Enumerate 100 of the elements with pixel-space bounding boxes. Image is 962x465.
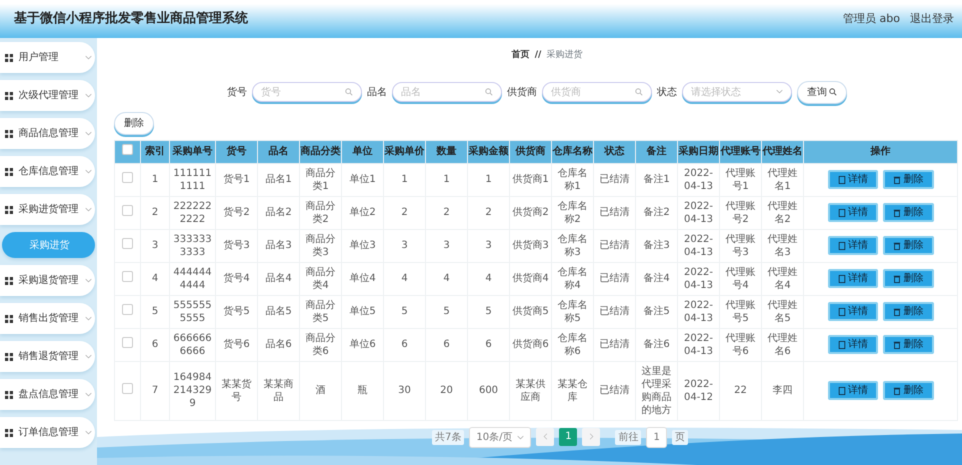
table-cell: 供货商3 [510,229,552,262]
table-cell: 品名3 [258,229,300,262]
column-header: 品名 [258,140,300,163]
prev-page-button[interactable] [536,428,554,446]
details-button[interactable]: 详情 [828,170,878,189]
select-all-checkbox[interactable] [122,144,133,154]
table-cell: 供货商1 [510,163,552,196]
grid-icon [5,314,13,322]
breadcrumb-home[interactable]: 首页 [512,49,530,62]
delete-button[interactable]: 删除 [114,112,154,134]
page-size-select[interactable]: 10条/页 [469,426,532,448]
delete-button[interactable]: 删除 [883,269,934,288]
row-checkbox[interactable] [122,271,133,282]
delete-button[interactable]: 删除 [883,302,934,321]
delete-button[interactable]: 删除 [883,203,934,222]
table-cell: 5 [384,295,426,328]
table-cell: 某某货号 [216,361,258,420]
trash-icon [893,208,901,216]
sidebar-menu-item[interactable]: 订单信息管理 [0,417,95,448]
delete-button[interactable]: 删除 [883,335,934,354]
details-button[interactable]: 详情 [828,335,878,354]
sidebar-menu-item[interactable]: 销售出货管理 [0,303,95,334]
chevron-icon [85,206,92,213]
query-button[interactable]: 查询 [796,80,848,104]
status-select[interactable]: 请选择状态 [682,82,792,102]
table-cell: 仓库名称1 [552,163,594,196]
next-page-button[interactable] [582,428,600,446]
table-cell: 代理姓名6 [762,328,804,361]
table-cell: 代理账号1 [720,163,762,196]
table-cell: 1111111111 [170,163,216,196]
table-cell: 已结清 [594,328,636,361]
table-cell: 货号5 [216,295,258,328]
row-checkbox[interactable] [122,238,133,249]
table-cell: 7 [140,361,170,420]
table-cell: 供货商6 [510,328,552,361]
table-cell: 3 [426,229,468,262]
breadcrumb-current: 采购进货 [546,49,582,62]
table-cell: 仓库名称6 [552,328,594,361]
document-icon [838,308,846,316]
goto-page-field[interactable]: 1 [646,426,667,448]
document-icon [838,242,846,250]
delete-button[interactable]: 删除 [883,381,934,400]
filter-label: 状态 [656,86,677,100]
details-button[interactable]: 详情 [828,236,878,255]
table-cell: 代理账号5 [720,295,762,328]
table-cell: 某某商品 [258,361,300,420]
table-cell: 仓库名称2 [552,196,594,229]
delete-button[interactable]: 删除 [883,236,934,255]
table-cell: 单位1 [342,163,384,196]
grid-icon [5,206,13,214]
details-button[interactable]: 详情 [828,203,878,222]
column-header: 仓库名称 [552,140,594,163]
column-header: 操作 [804,140,958,163]
row-checkbox[interactable] [122,205,133,216]
search-field[interactable]: 供货商 [542,82,652,102]
table-cell: 4 [426,262,468,295]
table-cell: 6 [140,328,170,361]
details-button[interactable]: 详情 [828,302,878,321]
table-cell: 4444444444 [170,262,216,295]
details-button[interactable]: 详情 [828,269,878,288]
details-button[interactable]: 详情 [828,381,878,400]
trash-icon [893,274,901,282]
table-cell: 代理账号3 [720,229,762,262]
sidebar-menu-item[interactable]: 销售退货管理 [0,341,95,372]
sidebar-menu-item[interactable]: 商品信息管理 [0,118,95,149]
sidebar-menu-item[interactable]: 次级代理管理 [0,80,95,111]
search-field[interactable]: 品名 [392,82,502,102]
table-cell: 已结清 [594,262,636,295]
table-cell: 3 [384,229,426,262]
row-checkbox[interactable] [122,304,133,315]
table-cell: 货号1 [216,163,258,196]
sidebar-menu-item[interactable]: 仓库信息管理 [0,156,95,187]
table-cell: 代理账号4 [720,262,762,295]
sidebar-menu-item[interactable]: 用户管理 [0,42,95,73]
table-cell: 已结清 [594,163,636,196]
sidebar-menu-item[interactable]: 采购进货管理 [0,194,95,225]
chevron-icon [85,168,92,175]
chevron-icon [85,353,92,360]
table-cell: 20 [426,361,468,420]
logout-link[interactable]: 退出登录 [910,10,954,28]
table-cell: 2022-04-13 [678,328,720,361]
search-field[interactable]: 货号 [252,82,362,102]
table-cell: 单位4 [342,262,384,295]
row-checkbox[interactable] [122,172,133,183]
table-cell: 备注4 [636,262,678,295]
table-cell: 品名5 [258,295,300,328]
filter-label: 品名 [366,86,387,100]
column-header: 供货商 [510,140,552,163]
sidebar-menu-item[interactable]: 盘点信息管理 [0,379,95,410]
delete-button[interactable]: 删除 [883,170,934,189]
table-cell: 代理姓名3 [762,229,804,262]
table-cell: 22 [720,361,762,420]
sidebar-menu-item[interactable]: 采购退货管理 [0,265,95,296]
table-cell: 1 [426,163,468,196]
row-checkbox[interactable] [122,337,133,348]
table-cell: 商品分类6 [300,328,342,361]
chevron-icon [85,277,92,284]
row-checkbox[interactable] [122,383,133,394]
table-cell: 4 [140,262,170,295]
page-number[interactable]: 1 [559,428,578,446]
